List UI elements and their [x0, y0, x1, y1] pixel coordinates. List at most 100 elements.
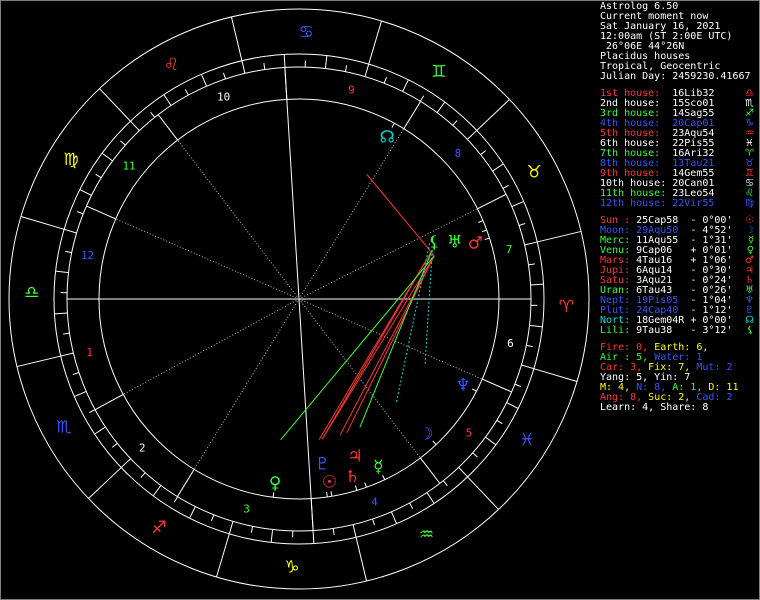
- degree-tick: [352, 524, 357, 538]
- degree-tick: [426, 492, 435, 504]
- sign-divider: [230, 16, 243, 61]
- element-stats-line: Learn: 4, Share: 8: [600, 403, 758, 413]
- degree-tick: [383, 76, 387, 84]
- degree-tick: [364, 63, 370, 77]
- degree-tick: [120, 458, 131, 468]
- zodiac-sign-icon: ♈: [559, 297, 574, 317]
- planet-row: Lili: 9Tau38 - 3°12' ⚸: [600, 326, 758, 336]
- degree-tick: [140, 472, 146, 478]
- planet-position: 9Tau38: [636, 325, 691, 336]
- degree-tick: [402, 79, 409, 92]
- degree-tick: [480, 150, 487, 156]
- degree-tick: [485, 436, 497, 446]
- degree-tick: [228, 521, 234, 535]
- house-cusp-outer: [284, 67, 288, 100]
- house-cusp: [94, 298, 300, 411]
- degree-tick: [442, 480, 448, 487]
- sign-divider: [16, 355, 61, 368]
- house-cusp-outer: [477, 193, 507, 210]
- planet-icon: ☿: [373, 457, 383, 477]
- house-number: 8: [455, 147, 462, 160]
- zodiac-sign-icon: ♑: [284, 557, 299, 577]
- planet-icon: ♇: [315, 454, 330, 474]
- degree-tick: [101, 152, 113, 162]
- house-row: 12th house: 22Vir55 ♍: [600, 199, 758, 209]
- house-cusp-outer: [310, 498, 314, 531]
- house-number: 3: [243, 503, 250, 516]
- degree-tick: [60, 352, 74, 357]
- degree-tick: [94, 426, 106, 435]
- planet-icon: ♅: [447, 233, 462, 253]
- house-cusp-outer: [157, 114, 179, 141]
- planet-icon: ☉: [322, 472, 337, 492]
- zodiac-sign-icon: ♌: [164, 55, 179, 75]
- degree-tick: [529, 324, 543, 328]
- degree-tick: [111, 442, 118, 448]
- planet-marker: [484, 237, 490, 241]
- zodiac-sign-icon: ♉: [527, 162, 542, 182]
- degree-tick: [263, 63, 266, 70]
- degree-tick: [63, 332, 70, 335]
- degree-tick: [419, 95, 425, 102]
- degree-tick: [130, 120, 140, 131]
- stat-segment: Learn: 4, Share: 8: [600, 402, 709, 413]
- degree-tick: [55, 270, 69, 274]
- sign-divider: [476, 99, 510, 131]
- degree-tick: [502, 184, 509, 189]
- degree-tick: [324, 55, 328, 69]
- house-label: 12th house:: [600, 198, 673, 209]
- house-cusp-outer: [176, 469, 195, 497]
- degree-tick: [390, 511, 398, 524]
- degree-tick: [518, 222, 526, 226]
- degree-tick: [530, 283, 544, 286]
- astrolog-window: ♈ ♉ ♊ ♋ ♌ ♍ ♎ ♏ ♐ ♑ ♒ ♓ 1 2 3 4 5 6 7 8 9 10 11 12 ☉ ☽ ☿ ♀ ♂ ♃ ♄ ♅ ♆ ♇ ☊ ⚸ …: [0, 0, 760, 600]
- planet-marker: [481, 229, 487, 233]
- sign-divider: [467, 476, 499, 510]
- sign-divider: [355, 537, 368, 582]
- planet-latitude: - 3°12': [690, 325, 733, 336]
- house-cusp: [157, 114, 300, 300]
- planet-icon: ☽: [418, 425, 433, 445]
- zodiac-sign-icon: ♒: [419, 525, 434, 545]
- degree-tick: [409, 502, 414, 509]
- planet-icon: ♄: [345, 467, 360, 487]
- degree-tick: [89, 409, 96, 414]
- degree-tick: [241, 60, 246, 74]
- degree-tick: [496, 419, 503, 425]
- degree-tick: [312, 530, 315, 544]
- planet-icon: ⚸: [428, 232, 440, 252]
- chart-wheel: ♈♉♊♋♌♍♎♏♐♑♒♓123456789101112☉☽☿♀♂♃♄♅♆♇☊⚸: [8, 8, 590, 590]
- degree-tick: [173, 496, 179, 503]
- sign-divider: [99, 88, 131, 122]
- house-number: 10: [217, 91, 230, 104]
- house-cusp: [298, 298, 512, 393]
- degree-tick: [189, 506, 196, 519]
- degree-tick: [65, 250, 72, 254]
- degree-tick: [54, 312, 68, 315]
- planet-icon: ♂: [468, 234, 483, 254]
- degree-tick: [492, 163, 504, 172]
- planet-icon: ⚸: [746, 325, 754, 336]
- house-number: 1: [86, 346, 93, 359]
- zodiac-sign-icon: ♏: [56, 418, 71, 438]
- degree-tick: [521, 364, 535, 370]
- degree-tick: [283, 54, 286, 68]
- zodiac-sign-icon: ♎: [24, 283, 39, 303]
- degree-tick: [250, 526, 254, 533]
- house-number: 9: [348, 83, 355, 96]
- house-number: 5: [466, 426, 473, 439]
- degree-tick: [436, 101, 446, 113]
- degree-tick: [472, 452, 478, 458]
- degree-tick: [452, 120, 458, 126]
- planet-marker: [326, 491, 328, 498]
- zodiac-sign-icon: ♍: [63, 150, 78, 170]
- zodiac-sign-icon: ♓: [519, 430, 534, 450]
- degree-tick: [120, 140, 126, 146]
- aspect-line: [366, 173, 435, 257]
- house-cusp-outer: [86, 205, 116, 220]
- degree-tick: [95, 173, 102, 179]
- aspect-line: [321, 255, 435, 440]
- degree-tick: [467, 130, 478, 140]
- degree-tick: [270, 529, 274, 543]
- aspect-line: [359, 249, 433, 428]
